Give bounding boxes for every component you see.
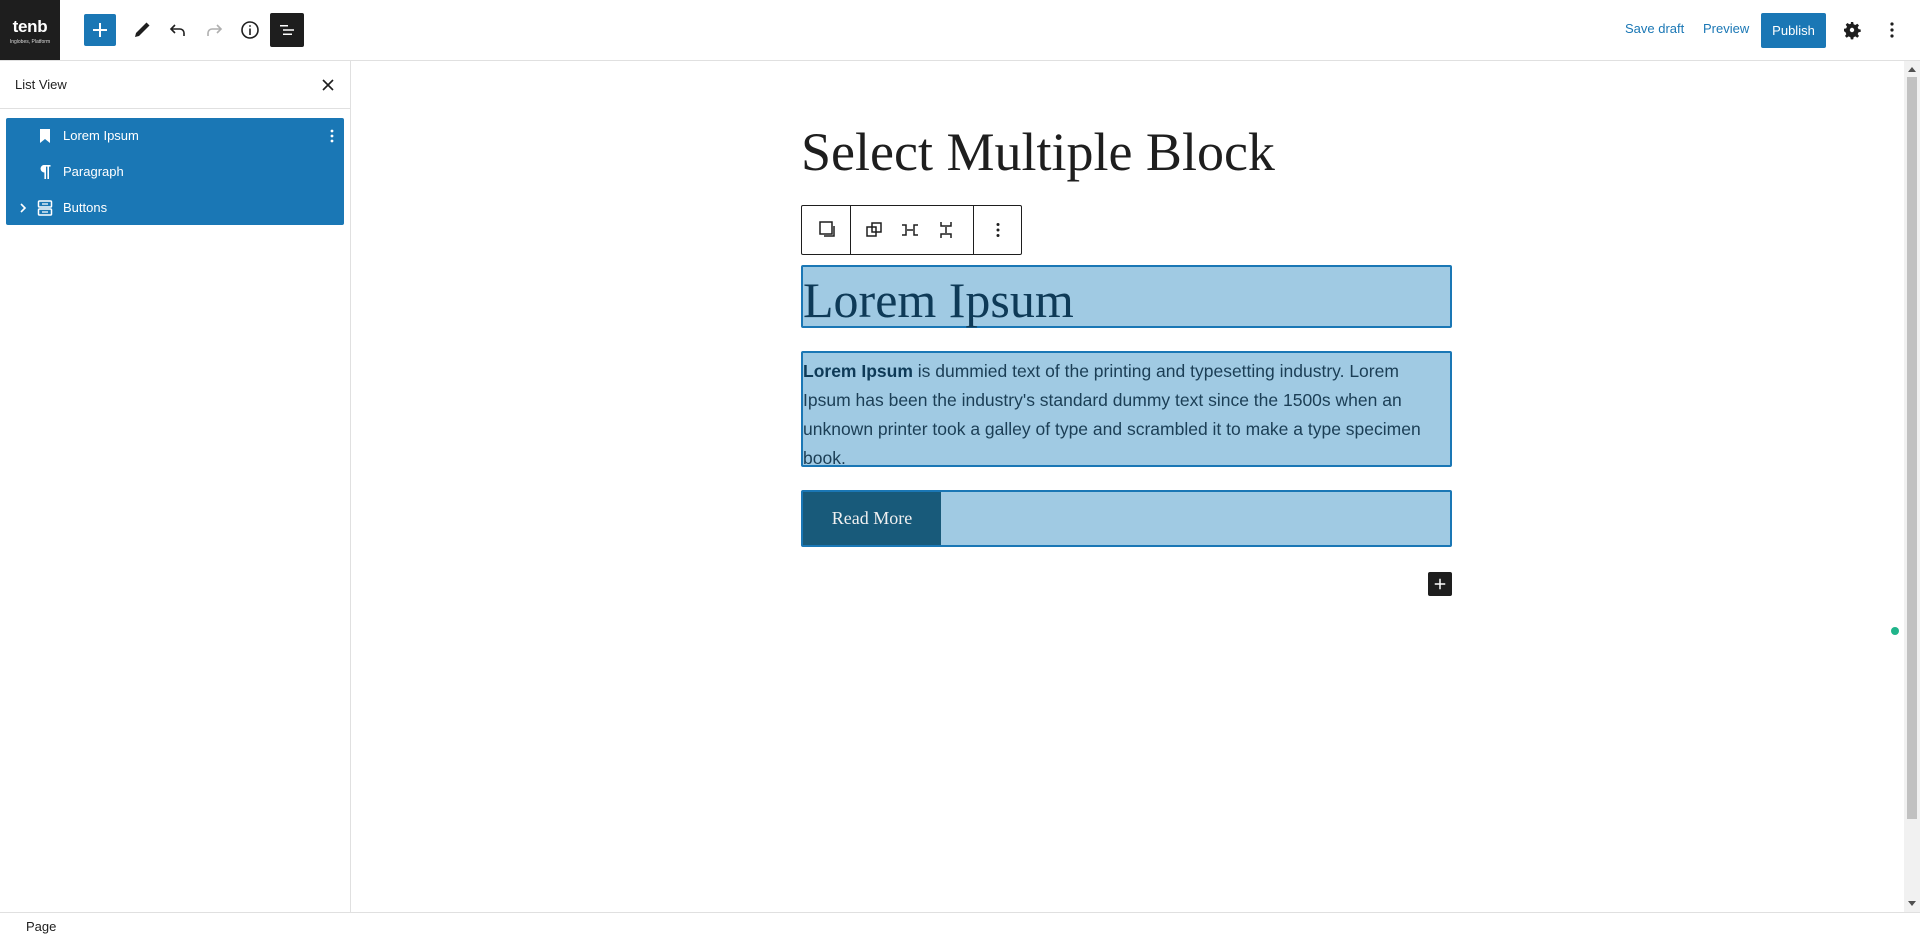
chevron-right-icon[interactable]: [15, 200, 31, 216]
editor-canvas[interactable]: [351, 61, 1904, 912]
list-item-paragraph[interactable]: Paragraph: [6, 154, 344, 190]
stack-button[interactable]: [934, 218, 958, 242]
breadcrumb[interactable]: Page: [26, 919, 56, 934]
close-icon[interactable]: [318, 75, 338, 95]
publish-button[interactable]: Publish: [1761, 13, 1826, 48]
group-button[interactable]: [862, 218, 886, 242]
preview-button[interactable]: Preview: [1703, 21, 1749, 36]
toolbar-separator: [973, 206, 974, 254]
details-button[interactable]: [234, 14, 266, 46]
paragraph-text[interactable]: Lorem Ipsum is dummied text of the print…: [803, 357, 1448, 473]
buttons-icon: [37, 200, 53, 216]
bookmark-icon: [40, 129, 50, 143]
scrollbar-thumb[interactable]: [1907, 77, 1917, 819]
site-logo-title: tenb: [12, 17, 48, 36]
redo-icon: [207, 24, 223, 36]
tools-button[interactable]: [126, 14, 158, 46]
block-options-button[interactable]: [986, 218, 1010, 242]
multi-block-icon: [819, 221, 835, 237]
editor-header: tenb Inglobes, Platform Save draft Previ…: [0, 0, 1920, 61]
row-icon: [902, 224, 918, 236]
read-more-button[interactable]: Read More: [803, 492, 941, 545]
list-item-buttons[interactable]: Buttons: [6, 190, 344, 226]
list-item-label: Paragraph: [63, 164, 124, 179]
block-toolbar: [801, 205, 1022, 255]
plus-icon: [1434, 578, 1446, 590]
scroll-down-arrow-icon[interactable]: [1908, 901, 1916, 906]
add-block-button[interactable]: [84, 14, 116, 46]
list-item-heading[interactable]: Lorem Ipsum: [6, 118, 344, 154]
stack-icon: [940, 222, 952, 238]
page-title[interactable]: Select Multiple Block: [801, 121, 1275, 183]
scroll-up-arrow-icon[interactable]: [1908, 67, 1916, 72]
status-dot: [1891, 627, 1899, 635]
settings-button[interactable]: [1836, 14, 1868, 46]
add-block-inline-button[interactable]: [1428, 572, 1452, 596]
site-logo-subtitle: Inglobes, Platform: [9, 39, 51, 45]
list-view-title: List View: [15, 77, 67, 92]
info-icon: [241, 21, 259, 39]
group-icon: [866, 222, 882, 237]
more-vertical-icon: [996, 223, 1000, 237]
more-vertical-icon[interactable]: [322, 126, 342, 146]
paragraph-bold-text: Lorem Ipsum: [803, 361, 913, 381]
heading-block[interactable]: Lorem Ipsum: [801, 265, 1452, 328]
undo-button[interactable]: [162, 14, 194, 46]
list-view-selected-group: Lorem Ipsum Paragraph Buttons: [6, 118, 344, 225]
list-view-icon: [280, 25, 294, 35]
pencil-icon: [135, 22, 150, 37]
save-draft-button[interactable]: Save draft: [1625, 21, 1684, 36]
heading-text[interactable]: Lorem Ipsum: [803, 271, 1074, 329]
paragraph-block[interactable]: Lorem Ipsum is dummied text of the print…: [801, 351, 1452, 468]
canvas-scrollbar[interactable]: [1904, 61, 1920, 912]
list-view-panel: List View Lorem Ipsum Paragraph Buttons: [0, 61, 351, 912]
block-type-button[interactable]: [816, 218, 840, 242]
list-item-label: Buttons: [63, 200, 108, 215]
toolbar-separator: [850, 206, 851, 254]
divider: [0, 108, 350, 109]
list-item-label: Lorem Ipsum: [63, 128, 139, 143]
more-vertical-icon: [1890, 22, 1894, 38]
list-view-button[interactable]: [270, 13, 304, 47]
redo-button[interactable]: [198, 14, 230, 46]
buttons-block[interactable]: Read More: [801, 490, 1452, 547]
editor-footer: Page: [0, 912, 1920, 937]
site-logo[interactable]: tenb Inglobes, Platform: [0, 0, 60, 60]
gear-icon: [1844, 22, 1861, 40]
undo-icon: [169, 24, 185, 36]
row-button[interactable]: [898, 218, 922, 242]
plus-icon: [93, 23, 107, 37]
options-button[interactable]: [1876, 14, 1908, 46]
pilcrow-icon: [40, 165, 51, 179]
